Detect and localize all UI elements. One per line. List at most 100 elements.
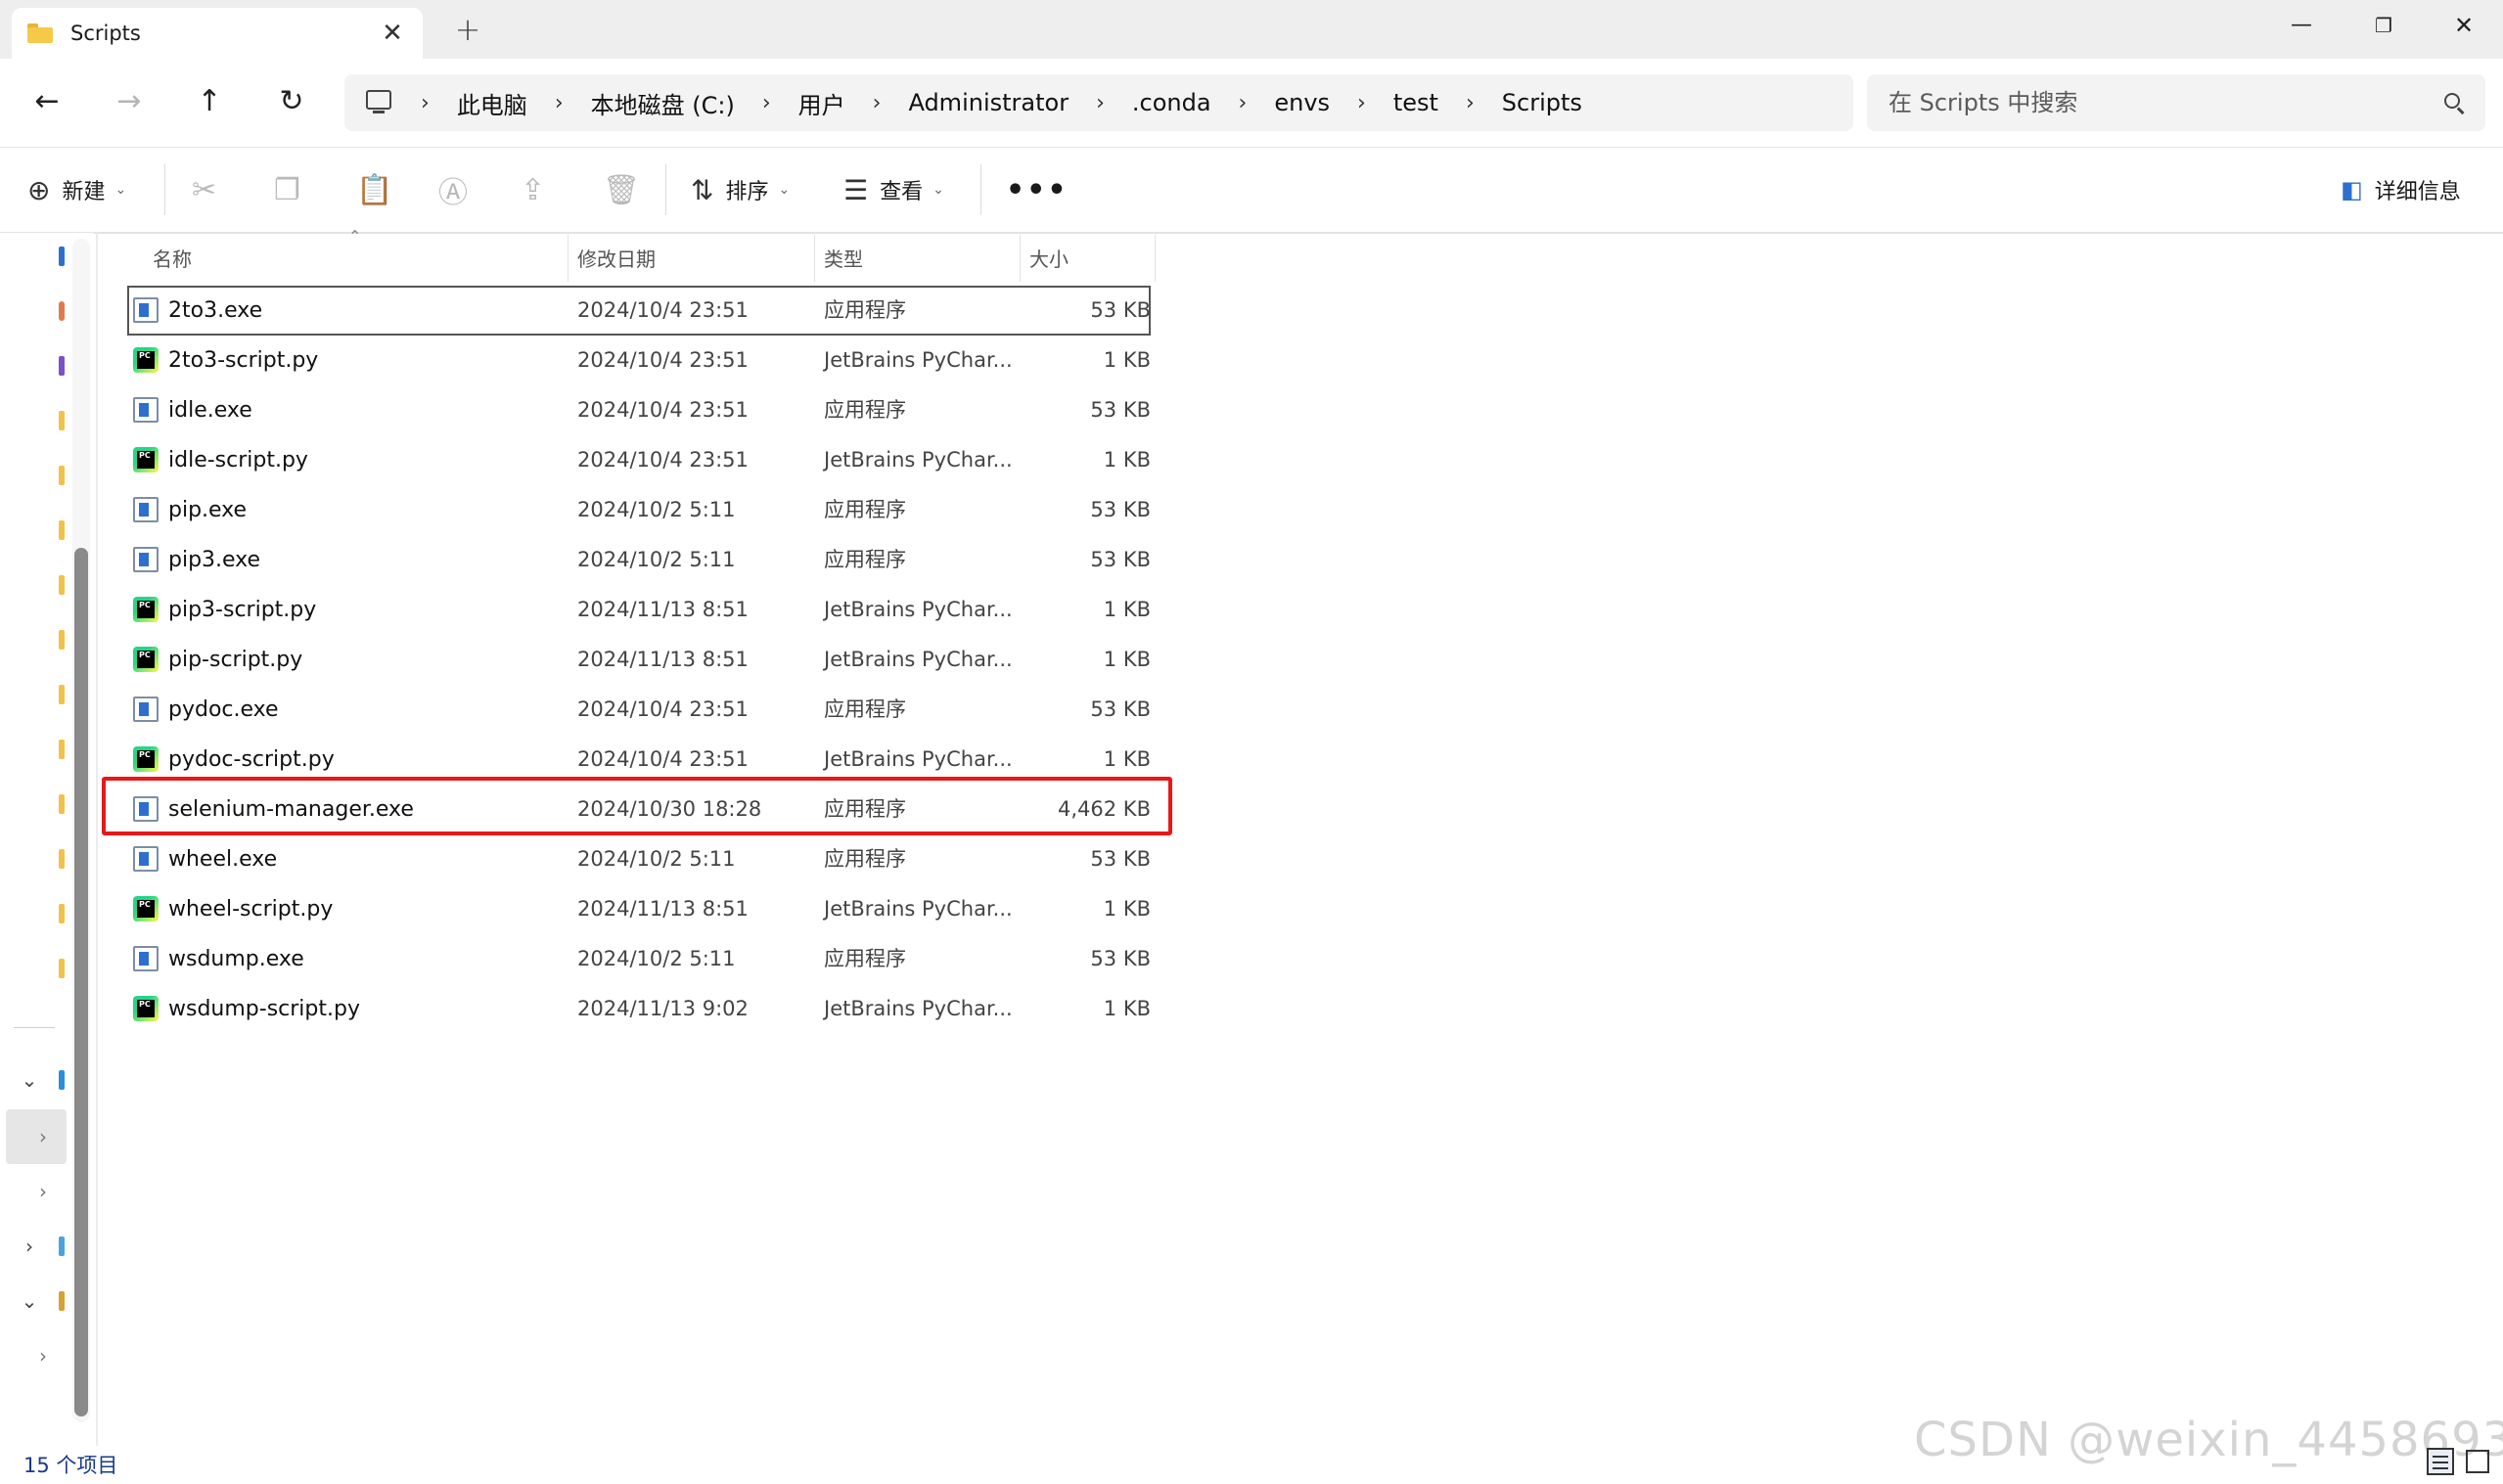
paste-button[interactable]: 📋 — [356, 164, 392, 215]
file-row[interactable]: wsdump.exe 2024/10/2 5:11 应用程序 53 KB — [127, 934, 1151, 984]
search-input[interactable] — [1887, 88, 2442, 117]
maximize-button[interactable]: ❐ — [2344, 4, 2423, 47]
breadcrumb-administrator[interactable]: Administrator — [908, 89, 1069, 116]
sort-button-label: 排序 — [725, 180, 769, 204]
copy-button[interactable]: ❐ — [274, 164, 300, 215]
sidebar-scrollbar[interactable] — [74, 548, 88, 1417]
cut-button[interactable]: ✂ — [192, 164, 216, 215]
large-icons-view-icon[interactable] — [2466, 1450, 2489, 1473]
minimize-button[interactable]: — — [2262, 4, 2341, 47]
pycharm-icon — [133, 447, 159, 472]
file-name: idle-script.py — [168, 448, 308, 472]
tab-close-button[interactable]: ✕ — [378, 19, 407, 48]
breadcrumb-users[interactable]: 用户 — [798, 86, 845, 120]
column-header-name[interactable]: 名称 — [153, 241, 192, 278]
search-icon[interactable] — [2442, 91, 2466, 114]
folder-icon[interactable] — [59, 466, 65, 485]
file-row[interactable]: pip-script.py 2024/11/13 8:51 JetBrains … — [127, 635, 1151, 685]
folder-icon[interactable] — [59, 411, 65, 430]
breadcrumb-conda[interactable]: .conda — [1132, 89, 1211, 116]
column-divider[interactable] — [814, 235, 815, 282]
rename-button[interactable]: Ⓐ — [438, 164, 468, 215]
address-bar[interactable]: › 此电脑 › 本地磁盘 (C:) › 用户 › Administrator ›… — [344, 74, 1853, 131]
breadcrumb-separator[interactable]: › — [1096, 91, 1105, 115]
chevron-right-icon[interactable]: › — [29, 1342, 57, 1370]
file-row[interactable]: pip3.exe 2024/10/2 5:11 应用程序 53 KB — [127, 535, 1151, 585]
file-row[interactable]: idle.exe 2024/10/4 23:51 应用程序 53 KB — [127, 385, 1151, 435]
back-button[interactable]: ← — [22, 78, 72, 125]
chevron-right-icon[interactable]: › — [29, 1178, 57, 1205]
breadcrumb-separator[interactable]: › — [762, 91, 771, 115]
sidebar-item-icon[interactable] — [59, 1070, 65, 1090]
file-row[interactable]: pip3-script.py 2024/11/13 8:51 JetBrains… — [127, 585, 1151, 635]
column-header-type[interactable]: 类型 — [824, 241, 863, 278]
folder-icon[interactable] — [59, 740, 65, 759]
file-row[interactable]: pip.exe 2024/10/2 5:11 应用程序 53 KB — [127, 485, 1151, 535]
forward-button[interactable]: → — [104, 78, 155, 125]
breadcrumb-separator[interactable]: › — [1239, 91, 1248, 115]
details-view-icon[interactable] — [2427, 1448, 2454, 1475]
breadcrumb-scripts[interactable]: Scripts — [1502, 89, 1582, 116]
sidebar-item-icon[interactable] — [59, 356, 65, 376]
new-tab-button[interactable]: + — [448, 10, 487, 49]
delete-button[interactable]: 🗑 — [603, 164, 640, 215]
breadcrumb-envs[interactable]: envs — [1274, 89, 1330, 116]
breadcrumb-test[interactable]: test — [1393, 89, 1438, 116]
tab-scripts[interactable]: Scripts ✕ — [12, 8, 423, 59]
breadcrumb-separator[interactable]: › — [555, 91, 564, 115]
folder-icon[interactable] — [59, 575, 65, 595]
breadcrumb-this-pc[interactable]: 此电脑 — [457, 86, 527, 120]
file-row[interactable]: wheel-script.py 2024/11/13 8:51 JetBrain… — [127, 884, 1151, 934]
chevron-down-icon[interactable]: ⌄ — [16, 1287, 43, 1315]
breadcrumb-separator[interactable]: › — [1357, 91, 1366, 115]
file-row[interactable]: wheel.exe 2024/10/2 5:11 应用程序 53 KB — [127, 834, 1151, 884]
network-icon[interactable] — [59, 1237, 65, 1256]
exe-icon — [133, 846, 159, 872]
file-row[interactable]: 2to3-script.py 2024/10/4 23:51 JetBrains… — [127, 336, 1151, 385]
file-type: 应用程序 — [824, 498, 906, 521]
sidebar-item-icon[interactable] — [59, 301, 65, 321]
sidebar-item-icon[interactable] — [59, 247, 65, 266]
pane-divider[interactable] — [96, 233, 98, 1446]
new-button[interactable]: ⊕ 新建 ⌄ — [27, 164, 126, 215]
search-box[interactable] — [1867, 74, 2485, 131]
folder-icon[interactable] — [59, 959, 65, 978]
chevron-right-icon[interactable]: › — [29, 1123, 57, 1150]
file-size: 53 KB — [1090, 498, 1151, 521]
chevron-down-icon[interactable]: ⌄ — [16, 1066, 43, 1094]
refresh-button[interactable]: ↻ — [266, 78, 317, 125]
up-button[interactable]: ↑ — [184, 78, 235, 125]
details-pane-button[interactable]: ◧ 详细信息 — [2341, 164, 2461, 215]
share-button[interactable]: ⇪ — [521, 164, 545, 215]
folder-icon[interactable] — [59, 630, 65, 650]
column-divider[interactable] — [1155, 235, 1156, 282]
sidebar-item-icon[interactable] — [59, 1291, 65, 1311]
more-options-button[interactable]: ••• — [1006, 164, 1069, 215]
view-button[interactable]: ☰ 查看 ⌄ — [843, 164, 944, 215]
column-divider[interactable] — [568, 235, 569, 282]
folder-icon[interactable] — [59, 685, 65, 704]
folder-icon[interactable] — [59, 520, 65, 540]
file-row[interactable]: wsdump-script.py 2024/11/13 9:02 JetBrai… — [127, 984, 1151, 1034]
file-row[interactable]: 2to3.exe 2024/10/4 23:51 应用程序 53 KB — [127, 286, 1151, 336]
close-window-button[interactable]: ✕ — [2425, 4, 2503, 47]
pycharm-icon — [133, 347, 159, 373]
chevron-right-icon[interactable]: › — [16, 1233, 43, 1260]
red-highlight-box — [102, 777, 1172, 835]
file-type: 应用程序 — [824, 398, 906, 422]
breadcrumb-separator[interactable]: › — [1466, 91, 1475, 115]
file-row[interactable]: pydoc.exe 2024/10/4 23:51 应用程序 53 KB — [127, 685, 1151, 735]
folder-icon[interactable] — [59, 849, 65, 869]
folder-icon[interactable] — [59, 794, 65, 814]
breadcrumb-local-disk[interactable]: 本地磁盘 (C:) — [591, 86, 735, 120]
sort-button[interactable]: ⇅ 排序 ⌄ — [691, 164, 790, 215]
file-size: 1 KB — [1103, 348, 1151, 372]
breadcrumb-separator[interactable]: › — [421, 91, 430, 115]
folder-icon[interactable] — [59, 904, 65, 923]
column-header-size[interactable]: 大小 — [1029, 241, 1069, 278]
breadcrumb-separator[interactable]: › — [873, 91, 882, 115]
column-header-date[interactable]: 修改日期 — [577, 241, 656, 278]
file-name: pip3-script.py — [168, 598, 317, 622]
column-divider[interactable] — [1020, 235, 1021, 282]
file-row[interactable]: idle-script.py 2024/10/4 23:51 JetBrains… — [127, 435, 1151, 485]
